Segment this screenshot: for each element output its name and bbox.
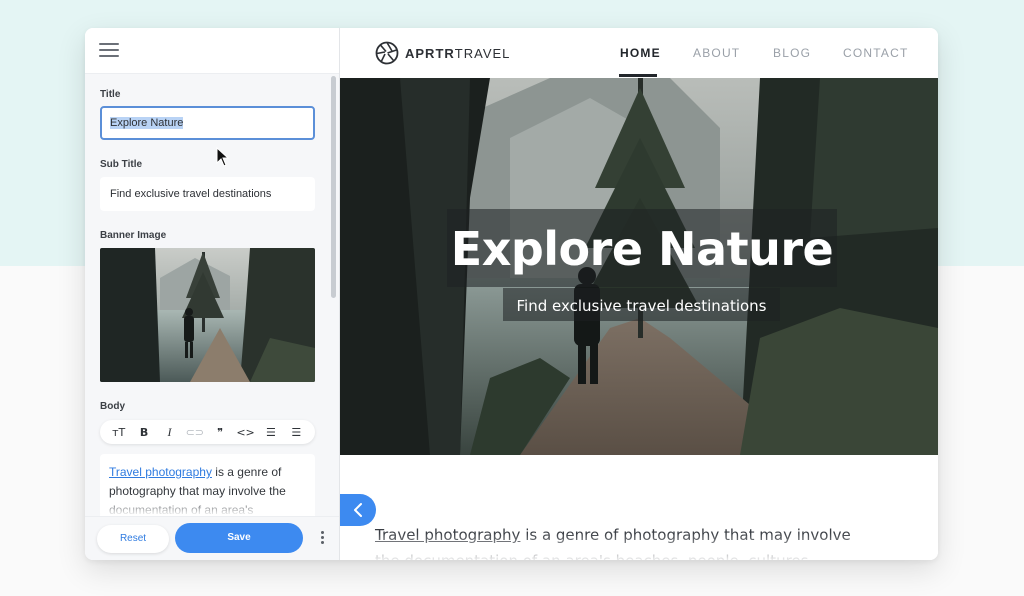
editor-header [85,28,339,74]
chevron-left-icon [354,503,362,517]
title-input-value: Explore Nature [110,117,184,129]
logo-text: APRTRTRAVEL [405,46,510,61]
collapse-editor-button[interactable] [340,494,376,526]
site-navbar: APRTRTRAVEL HOME ABOUT BLOG CONTACT [340,28,938,78]
reset-button[interactable]: Reset [97,525,169,553]
link-icon[interactable]: ⊂⊃ [185,426,205,439]
italic-icon[interactable]: I [159,425,179,440]
text-size-icon[interactable]: тT [109,426,129,439]
editor-footer: Reset Save [85,516,339,560]
hero-banner: Explore Nature Find exclusive travel des… [340,78,938,455]
hero-subtitle: Find exclusive travel destinations [516,297,767,315]
logo-text-bold: APRTR [405,45,455,61]
bold-icon[interactable]: B [134,426,154,439]
editor-scrollbar[interactable] [331,76,336,298]
code-icon[interactable]: <> [236,426,256,439]
app-window: Title Explore Nature Sub Title Find excl… [85,28,938,560]
hero-title: Explore Nature [450,222,834,276]
banner-image-label: Banner Image [100,230,167,241]
subtitle-label: Sub Title [100,159,143,170]
title-input[interactable]: Explore Nature [100,106,315,140]
logo-text-thin: TRAVEL [454,45,511,61]
banner-image-thumbnail[interactable] [100,248,315,382]
nav-contact[interactable]: CONTACT [843,46,909,60]
nav-active-indicator [619,74,657,77]
mouse-cursor-icon [216,147,230,167]
aperture-icon [375,41,399,65]
body-label: Body [100,401,125,412]
nav-blog[interactable]: BLOG [773,46,811,60]
site-preview: APRTRTRAVEL HOME ABOUT BLOG CONTACT Expl… [340,28,938,560]
banner-thumbnail-image [100,248,315,382]
body-format-toolbar: тT B I ⊂⊃ ❞ <> ☰ ☰ [100,420,315,444]
site-logo[interactable]: APRTRTRAVEL [375,41,510,65]
body-editor-link[interactable]: Travel photography [109,465,212,479]
editor-panel: Title Explore Nature Sub Title Find excl… [85,28,340,560]
numbered-list-icon[interactable]: ☰ [286,426,306,439]
nav-home[interactable]: HOME [620,46,661,60]
editor-body-fade [100,498,315,516]
title-label: Title [100,89,121,100]
more-options-icon[interactable] [317,531,327,547]
menu-icon[interactable] [99,43,119,59]
quote-icon[interactable]: ❞ [210,426,230,439]
bulleted-list-icon[interactable]: ☰ [261,426,281,439]
site-body-fade [340,533,938,560]
nav-about[interactable]: ABOUT [693,46,740,60]
save-button[interactable]: Save [175,523,303,553]
subtitle-input[interactable]: Find exclusive travel destinations [100,177,315,211]
